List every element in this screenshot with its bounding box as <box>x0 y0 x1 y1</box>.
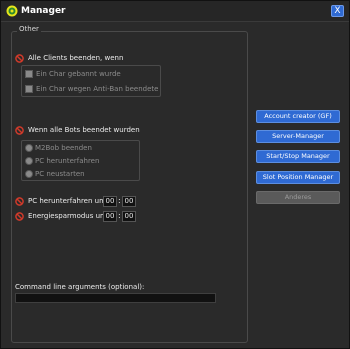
shutdown-label: PC herunterfahren um: <box>28 197 109 205</box>
chk-gebannt-label: Ein Char gebannt wurde <box>36 70 121 78</box>
radio-neustarten[interactable] <box>25 170 33 178</box>
radio-herunterfahren-label: PC herunterfahren <box>35 157 100 165</box>
radio-neustarten-label: PC neustarten <box>35 170 85 178</box>
radio-m2bob-label: M2Bob beenden <box>35 144 92 152</box>
start-stop-manager-button[interactable]: Start/Stop Manager <box>256 150 340 163</box>
bots-label: Wenn alle Bots beendet wurden <box>28 126 140 134</box>
close-button[interactable]: X <box>331 5 344 17</box>
prohibited-icon[interactable] <box>15 212 24 221</box>
prohibited-icon[interactable] <box>15 126 24 135</box>
clients-label: Alle Clients beenden, wenn <box>28 54 124 62</box>
command-line-input[interactable] <box>15 293 216 303</box>
manager-window: Manager X Other Alle Clients beenden, we… <box>0 0 350 349</box>
anderes-button[interactable]: Anderes <box>256 191 340 204</box>
command-line-label: Command line arguments (optional): <box>15 283 145 291</box>
time-separator: : <box>118 196 121 205</box>
energy-minute-input[interactable]: 00 <box>122 211 136 222</box>
radio-herunterfahren[interactable] <box>25 157 33 165</box>
server-manager-button[interactable]: Server-Manager <box>256 130 340 143</box>
app-icon <box>6 5 18 17</box>
energy-label: Energiesparmodus um: <box>28 212 110 220</box>
slot-position-manager-button[interactable]: Slot Position Manager <box>256 171 340 184</box>
group-title: Other <box>17 25 41 33</box>
shutdown-minute-input[interactable]: 00 <box>122 196 136 207</box>
time-separator: : <box>118 211 121 220</box>
prohibited-icon[interactable] <box>15 197 24 206</box>
chk-anti-ban[interactable] <box>25 85 33 93</box>
prohibited-icon[interactable] <box>15 54 24 63</box>
title-bar: Manager X <box>1 1 349 22</box>
account-creator-button[interactable]: Account creator (GF) <box>256 110 340 123</box>
chk-anti-ban-label: Ein Char wegen Anti-Ban beendete <box>36 85 159 93</box>
radio-m2bob[interactable] <box>25 144 33 152</box>
shutdown-hour-input[interactable]: 00 <box>103 196 117 207</box>
window-title: Manager <box>21 6 66 16</box>
energy-hour-input[interactable]: 00 <box>103 211 117 222</box>
chk-gebannt[interactable] <box>25 70 33 78</box>
